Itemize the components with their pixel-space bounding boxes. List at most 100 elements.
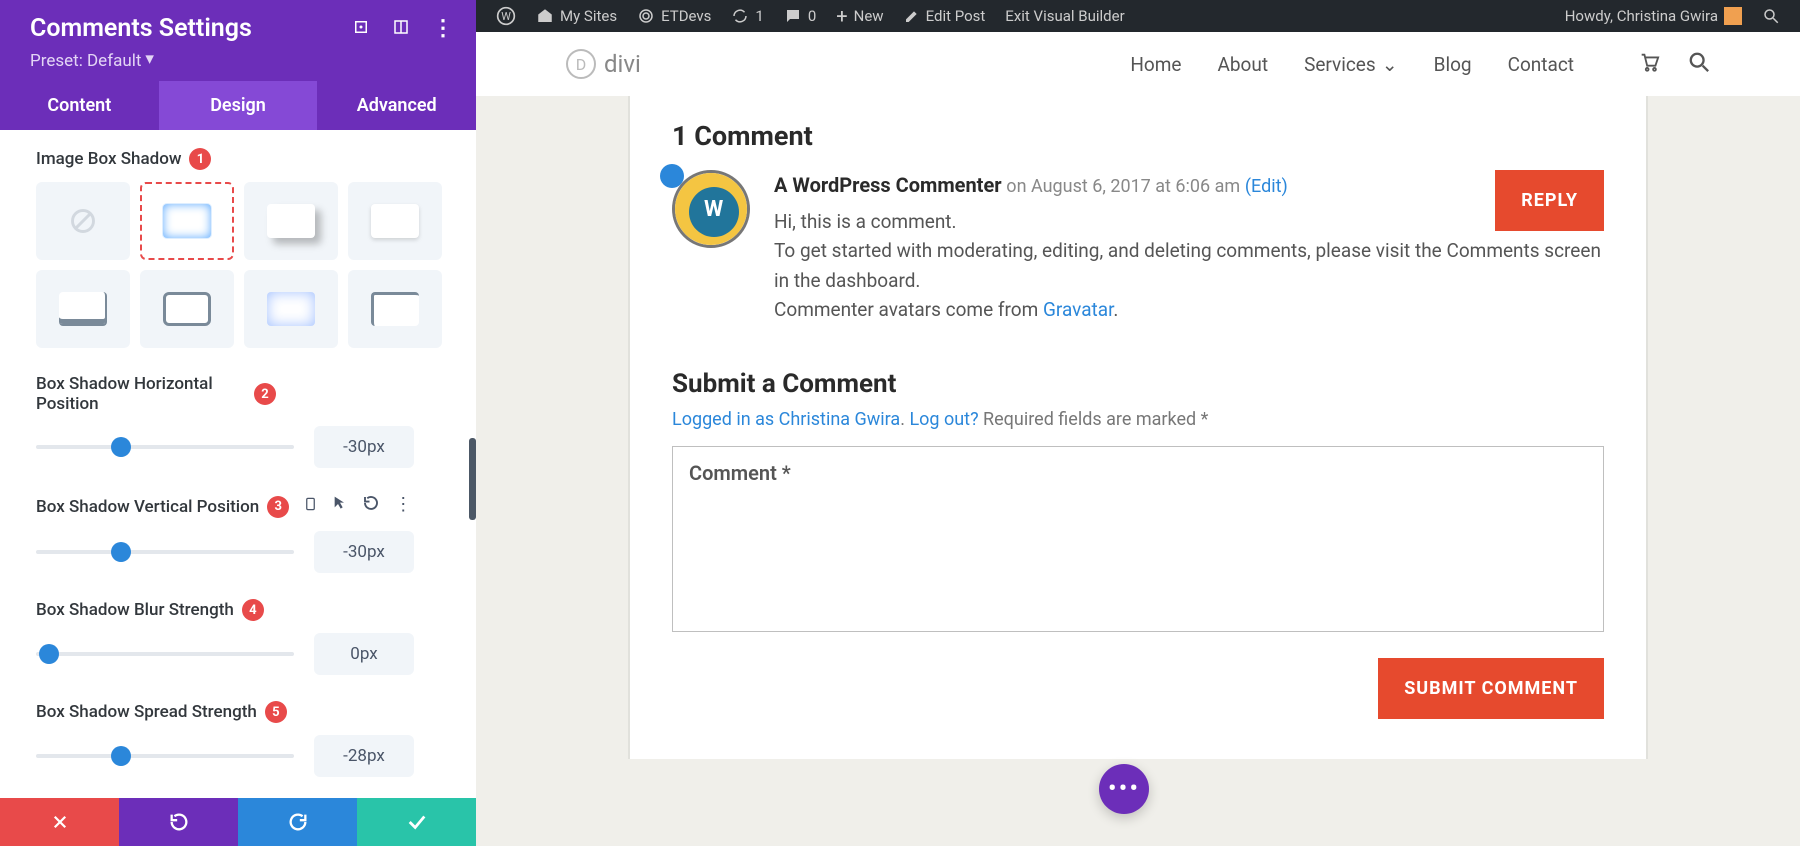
comment-text-line: Commenter avatars come from Gravatar.: [774, 295, 1604, 324]
option-more-icon[interactable]: ⋮: [394, 494, 412, 519]
label-v-position: Box Shadow Vertical Position 3 ⋮: [36, 494, 450, 519]
tab-content[interactable]: Content: [0, 81, 159, 130]
slider-handle[interactable]: [111, 437, 131, 457]
label-image-box-shadow: Image Box Shadow 1: [36, 148, 450, 170]
save-button[interactable]: [357, 798, 476, 846]
nav-home[interactable]: Home: [1130, 53, 1181, 76]
slider-blur[interactable]: [36, 652, 294, 656]
comment-author: A WordPress Commenter: [774, 173, 1002, 197]
redo-button[interactable]: [238, 798, 357, 846]
badge-1: 1: [189, 148, 211, 170]
badge-2: 2: [254, 383, 276, 405]
updates-link[interactable]: 1: [721, 7, 773, 25]
label-blur: Box Shadow Blur Strength 4: [36, 599, 450, 621]
comment-text-line: Hi, this is a comment.: [774, 207, 1604, 236]
commenter-avatar: [672, 170, 750, 248]
logged-in-link[interactable]: Logged in as Christina Gwira: [672, 409, 900, 430]
slider-v-position[interactable]: [36, 550, 294, 554]
nav-contact[interactable]: Contact: [1508, 53, 1574, 76]
submit-comment-button[interactable]: SUBMIT COMMENT: [1378, 658, 1604, 719]
nav-blog[interactable]: Blog: [1434, 53, 1472, 76]
preset-dropdown[interactable]: Preset: Default▾: [30, 51, 454, 71]
cart-icon[interactable]: [1638, 51, 1660, 78]
label-spread: Box Shadow Spread Strength 5: [36, 701, 450, 723]
my-sites-link[interactable]: My Sites: [526, 7, 627, 25]
comments-heading: 1 Comment: [672, 120, 1604, 152]
submit-heading: Submit a Comment: [672, 369, 1604, 399]
value-h-position[interactable]: -30px: [314, 426, 414, 468]
slider-spread[interactable]: [36, 754, 294, 758]
hover-icon[interactable]: [332, 494, 348, 519]
slider-h-position[interactable]: [36, 445, 294, 449]
comment-date: August 6, 2017 at 6:06 am: [1031, 176, 1240, 197]
logout-link[interactable]: Log out?: [909, 409, 978, 430]
admin-search-icon[interactable]: [1752, 7, 1790, 25]
scrollbar-thumb[interactable]: [469, 438, 476, 520]
logo-icon: D: [566, 49, 596, 79]
svg-text:W: W: [501, 10, 511, 23]
user-avatar-icon: [1724, 7, 1742, 25]
nav-services[interactable]: Services ⌄: [1304, 53, 1398, 76]
slider-handle[interactable]: [39, 644, 59, 664]
preview-pane: W My Sites ETDevs 1 0 +New Edit Post Exi…: [476, 0, 1800, 846]
reply-button[interactable]: REPLY: [1495, 170, 1604, 231]
layout-icon[interactable]: [392, 14, 410, 43]
site-logo[interactable]: D divi: [566, 49, 641, 79]
label-h-position: Box Shadow Horizontal Position 2: [36, 374, 450, 414]
site-header: D divi Home About Services ⌄ Blog Contac…: [476, 32, 1800, 96]
settings-panel: Comments Settings ⋮ Preset: Default▾ Con…: [0, 0, 476, 846]
comment-textarea[interactable]: [672, 446, 1604, 632]
panel-tabs: Content Design Advanced: [0, 81, 476, 130]
comment-meta: A WordPress Commenter on August 6, 2017 …: [774, 170, 1604, 201]
required-note: Required fields are marked *: [983, 409, 1208, 430]
comments-module: 1 Comment A WordPress Commenter on Augus…: [628, 96, 1648, 759]
shadow-preset-3[interactable]: [348, 182, 442, 260]
search-icon[interactable]: [1688, 51, 1710, 78]
gravatar-link[interactable]: Gravatar: [1043, 298, 1113, 321]
value-v-position[interactable]: -30px: [314, 531, 414, 573]
site-link[interactable]: ETDevs: [627, 7, 721, 25]
comments-link[interactable]: 0: [774, 7, 826, 25]
builder-fab[interactable]: •••: [1099, 764, 1149, 814]
nav-about[interactable]: About: [1217, 53, 1268, 76]
value-spread[interactable]: -28px: [314, 735, 414, 777]
badge-3: 3: [267, 496, 289, 518]
wp-logo[interactable]: W: [486, 6, 526, 26]
wp-admin-bar: W My Sites ETDevs 1 0 +New Edit Post Exi…: [476, 0, 1800, 32]
device-icon[interactable]: [303, 494, 318, 519]
comment-edit-link[interactable]: (Edit): [1245, 176, 1288, 197]
shadow-preset-1[interactable]: [140, 182, 234, 260]
comment-text-line: To get started with moderating, editing,…: [774, 236, 1604, 295]
slider-handle[interactable]: [111, 542, 131, 562]
new-link[interactable]: +New: [826, 4, 893, 28]
slider-handle[interactable]: [111, 746, 131, 766]
value-blur[interactable]: 0px: [314, 633, 414, 675]
chevron-down-icon: ⌄: [1382, 53, 1398, 76]
exit-builder-link[interactable]: Exit Visual Builder: [995, 7, 1134, 25]
tab-advanced[interactable]: Advanced: [317, 81, 476, 130]
shadow-preset-5[interactable]: [140, 270, 234, 348]
shadow-preset-none[interactable]: [36, 182, 130, 260]
panel-body: Image Box Shadow 1 Box Shadow Horizontal…: [0, 130, 476, 798]
shadow-preset-6[interactable]: [244, 270, 338, 348]
shadow-preset-2[interactable]: [244, 182, 338, 260]
more-icon[interactable]: ⋮: [432, 16, 454, 41]
shadow-preset-grid: [36, 182, 450, 348]
expand-icon[interactable]: [352, 14, 370, 43]
undo-button[interactable]: [119, 798, 238, 846]
panel-header: Comments Settings ⋮ Preset: Default▾: [0, 0, 476, 81]
panel-title: Comments Settings: [30, 14, 252, 43]
comment-item: A WordPress Commenter on August 6, 2017 …: [672, 170, 1604, 325]
tab-design[interactable]: Design: [159, 81, 318, 130]
badge-4: 4: [242, 599, 264, 621]
cancel-button[interactable]: [0, 798, 119, 846]
shadow-preset-4[interactable]: [36, 270, 130, 348]
main-nav: Home About Services ⌄ Blog Contact: [1130, 51, 1710, 78]
login-status-line: Logged in as Christina Gwira. Log out? R…: [672, 409, 1604, 430]
badge-5: 5: [265, 701, 287, 723]
reset-icon[interactable]: [362, 494, 380, 519]
shadow-preset-7[interactable]: [348, 270, 442, 348]
edit-post-link[interactable]: Edit Post: [894, 7, 996, 25]
panel-footer: [0, 798, 476, 846]
howdy-user[interactable]: Howdy, Christina Gwira: [1555, 7, 1752, 25]
